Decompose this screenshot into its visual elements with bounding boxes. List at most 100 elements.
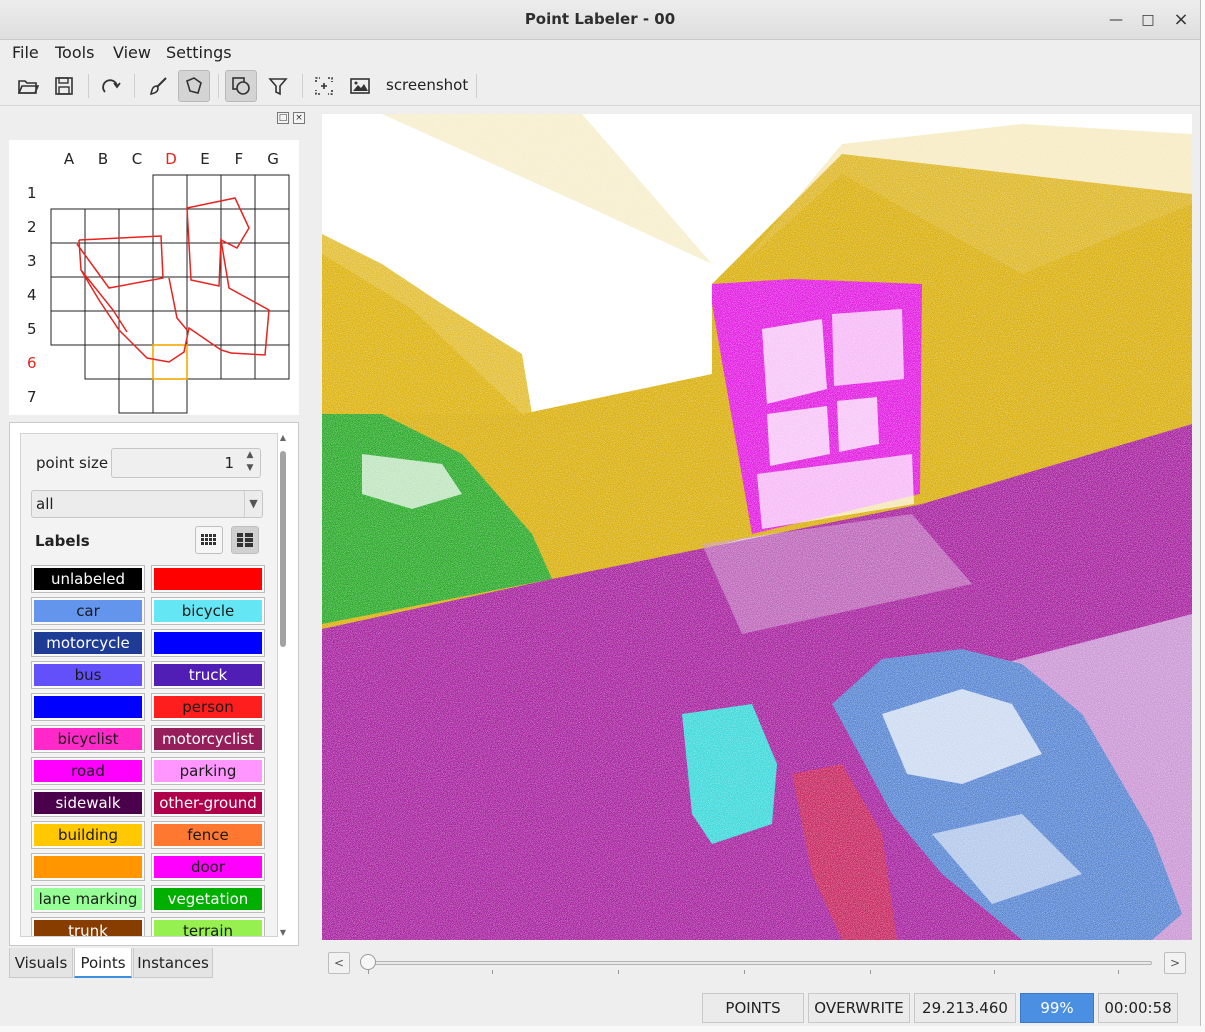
window-title: Point Labeler - 00 bbox=[524, 10, 676, 28]
label-button[interactable]: person bbox=[151, 693, 265, 721]
slider-tick bbox=[618, 970, 619, 974]
menu-bar: File Tools View Settings bbox=[0, 40, 1200, 66]
screenshot-icon[interactable] bbox=[344, 70, 376, 102]
label-swatch: motorcycle bbox=[34, 632, 142, 654]
label-button[interactable]: car bbox=[31, 597, 145, 625]
redo-icon[interactable] bbox=[95, 70, 127, 102]
maximize-icon[interactable]: □ bbox=[1138, 10, 1158, 30]
label-button[interactable]: door bbox=[151, 853, 265, 881]
list-view-icon[interactable] bbox=[231, 526, 259, 554]
labels-heading: Labels bbox=[35, 532, 90, 550]
label-filter-value: all bbox=[36, 495, 54, 513]
label-swatch: building bbox=[34, 824, 142, 846]
slider-tick bbox=[492, 970, 493, 974]
brush-icon[interactable] bbox=[142, 70, 174, 102]
label-swatch: door bbox=[154, 856, 262, 878]
minimize-icon[interactable]: — bbox=[1106, 10, 1126, 30]
label-button[interactable]: parking bbox=[151, 757, 265, 785]
label-button[interactable]: motorcycle bbox=[31, 629, 145, 657]
label-swatch: truck bbox=[154, 664, 262, 686]
label-button[interactable]: vegetation bbox=[151, 885, 265, 913]
label-swatch: unlabeled bbox=[34, 568, 142, 590]
label-button[interactable]: other-ground bbox=[151, 789, 265, 817]
label-filter-dropdown[interactable]: all ▼ bbox=[31, 490, 263, 518]
label-swatch: fence bbox=[154, 824, 262, 846]
label-button[interactable]: fence bbox=[151, 821, 265, 849]
label-swatch: other-ground bbox=[154, 792, 262, 814]
scroll-up-icon[interactable]: ▲ bbox=[278, 433, 288, 442]
label-button[interactable]: bus bbox=[31, 661, 145, 689]
scrollbar-thumb[interactable] bbox=[280, 451, 286, 647]
label-button[interactable]: bicyclist bbox=[31, 725, 145, 753]
grid-view-icon[interactable] bbox=[195, 526, 223, 554]
label-button[interactable]: building bbox=[31, 821, 145, 849]
title-bar: Point Labeler - 00 — □ × bbox=[0, 0, 1200, 40]
point-size-value: 1 bbox=[224, 454, 234, 472]
point-size-spinbox[interactable]: 1 ▲ ▼ bbox=[111, 448, 261, 478]
open-folder-icon[interactable] bbox=[12, 70, 44, 102]
menu-file[interactable]: File bbox=[12, 43, 39, 62]
label-button[interactable]: outlier bbox=[151, 565, 265, 593]
label-button[interactable] bbox=[31, 853, 145, 881]
trajectory-path bbox=[76, 197, 270, 363]
next-scan-button[interactable]: > bbox=[1164, 952, 1186, 974]
status-bar: POINTS OVERWRITE 29.213.460 99% 00:00:58 bbox=[0, 990, 1200, 1026]
menu-settings[interactable]: Settings bbox=[166, 43, 232, 62]
tab-points[interactable]: Points bbox=[74, 948, 132, 978]
screenshot-button[interactable]: screenshot bbox=[386, 76, 468, 94]
toolbar-separator bbox=[218, 74, 219, 98]
point-size-label: point size bbox=[36, 454, 109, 472]
label-button[interactable]: road bbox=[31, 757, 145, 785]
menu-view[interactable]: View bbox=[113, 43, 151, 62]
label-button[interactable]: bicycle bbox=[151, 597, 265, 625]
tile-map[interactable] bbox=[9, 140, 299, 415]
status-write-mode: OVERWRITE bbox=[808, 993, 910, 1023]
label-button[interactable]: sidewalk bbox=[31, 789, 145, 817]
label-swatch: sidewalk bbox=[34, 792, 142, 814]
window-bottom-edge bbox=[0, 1026, 1205, 1032]
polygon-icon[interactable] bbox=[178, 70, 210, 102]
label-swatch: car bbox=[34, 600, 142, 622]
tab-instances[interactable]: Instances bbox=[133, 948, 213, 978]
label-button[interactable]: motorcyclist bbox=[151, 725, 265, 753]
tab-visuals[interactable]: Visuals bbox=[9, 948, 73, 978]
label-button[interactable]: unlabeled bbox=[31, 565, 145, 593]
chevron-down-icon[interactable]: ▼ bbox=[244, 491, 262, 517]
status-point-count: 29.213.460 bbox=[914, 993, 1016, 1023]
label-button[interactable]: other-vehicle bbox=[31, 693, 145, 721]
slider-tick bbox=[994, 970, 995, 974]
label-button[interactable]: terrain bbox=[151, 917, 265, 936]
slider-handle[interactable] bbox=[360, 954, 376, 970]
point-cloud-viewport[interactable] bbox=[322, 114, 1192, 940]
shapes-icon[interactable] bbox=[225, 70, 257, 102]
previous-scan-button[interactable]: < bbox=[328, 952, 350, 974]
status-mode: POINTS bbox=[702, 993, 804, 1023]
close-icon[interactable]: × bbox=[1171, 10, 1191, 30]
center-view-icon[interactable] bbox=[308, 70, 340, 102]
spin-arrows-icon[interactable]: ▲ ▼ bbox=[242, 449, 258, 477]
status-time: 00:00:58 bbox=[1098, 993, 1178, 1023]
menu-tools[interactable]: Tools bbox=[55, 43, 94, 62]
controls-scrollbar[interactable]: ▲ ▼ bbox=[278, 433, 288, 937]
save-icon[interactable] bbox=[48, 70, 80, 102]
filter-icon[interactable] bbox=[262, 70, 294, 102]
float-panel-icon[interactable]: □ bbox=[277, 112, 289, 124]
label-swatch bbox=[34, 856, 142, 878]
scroll-down-icon[interactable]: ▼ bbox=[278, 928, 288, 937]
slider-tick bbox=[744, 970, 745, 974]
label-button[interactable]: on-rails bbox=[151, 629, 265, 657]
window-edge bbox=[1200, 0, 1205, 1032]
points-controls-panel: point size 1 ▲ ▼ all ▼ Labels unlabeled ou… bbox=[9, 422, 299, 946]
label-swatch: outlier bbox=[154, 568, 262, 590]
label-swatch: on-rails bbox=[154, 632, 262, 654]
slider-track[interactable] bbox=[366, 961, 1152, 965]
label-button[interactable]: truck bbox=[151, 661, 265, 689]
label-button[interactable]: lane marking bbox=[31, 885, 145, 913]
label-swatch: road bbox=[34, 760, 142, 782]
label-swatch: trunk bbox=[34, 920, 142, 936]
toolbar-separator bbox=[476, 74, 477, 98]
close-panel-icon[interactable]: × bbox=[293, 112, 305, 124]
label-button[interactable]: trunk bbox=[31, 917, 145, 936]
label-swatch: terrain bbox=[154, 920, 262, 936]
scan-slider[interactable]: < > bbox=[328, 950, 1186, 976]
